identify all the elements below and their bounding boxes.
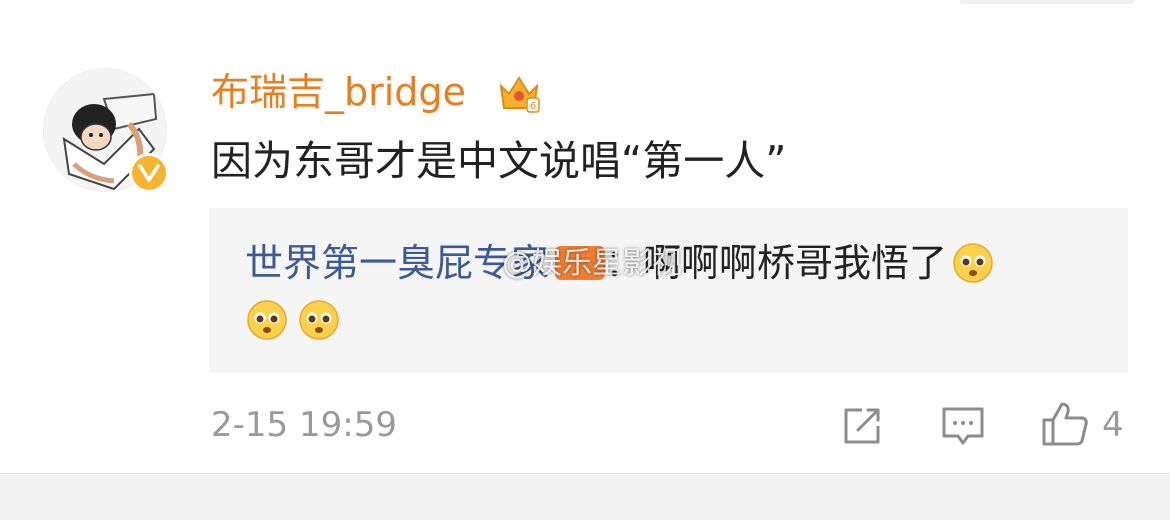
comment-timestamp: 2-15 19:59 — [211, 405, 397, 445]
svg-text:6: 6 — [530, 101, 536, 112]
bottom-divider — [0, 473, 1170, 520]
comment-username[interactable]: 布瑞吉_bridge — [211, 64, 466, 120]
top-divider — [960, 0, 1135, 4]
watermark: @娱乐星影视 — [502, 246, 682, 281]
pleading-face-emoji-icon — [247, 300, 287, 340]
comment-text: 因为东哥才是中文说唱“第一人” — [211, 137, 787, 185]
share-icon[interactable] — [840, 404, 884, 448]
verified-badge — [129, 153, 169, 193]
emoji-row — [245, 298, 341, 344]
reply-text: 啊啊啊桥哥我悟了 — [643, 241, 948, 285]
verified-v-icon — [138, 164, 160, 182]
pleading-face-emoji-icon — [953, 243, 993, 283]
pleading-face-emoji-icon — [299, 300, 339, 340]
thumbs-up-icon[interactable] — [1040, 400, 1090, 448]
crown-icon[interactable]: 6 — [497, 72, 541, 114]
reply-box[interactable]: 世界第一臭屁专家 ： 啊啊啊桥哥我悟了 — [209, 208, 1128, 373]
like-count: 4 — [1102, 405, 1124, 445]
comment-icon[interactable] — [940, 404, 986, 448]
